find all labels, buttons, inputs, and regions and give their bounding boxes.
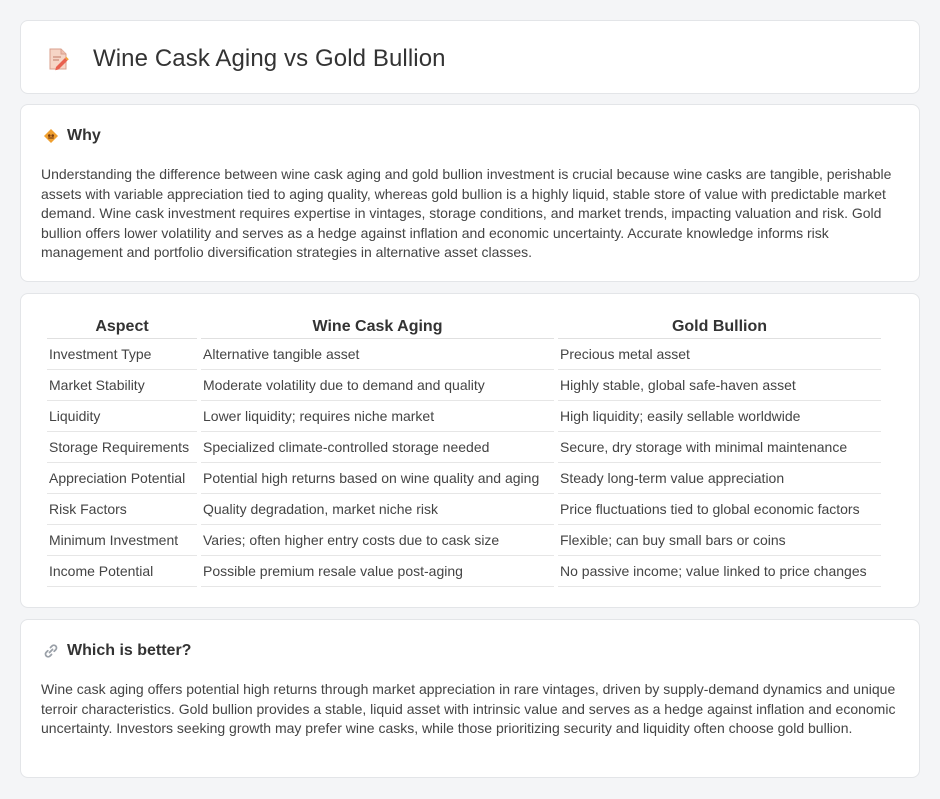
row-wine-value: Potential high returns based on wine qua… <box>201 463 554 494</box>
table-row: Income Potential Possible premium resale… <box>47 556 881 587</box>
row-gold-value: No passive income; value linked to price… <box>558 556 881 587</box>
why-section: Why Understanding the difference between… <box>20 104 920 282</box>
table-row: Appreciation Potential Potential high re… <box>47 463 881 494</box>
header-wine-cask-aging: Wine Cask Aging <box>201 315 554 339</box>
row-aspect: Income Potential <box>47 556 197 587</box>
table-row: Investment Type Alternative tangible ass… <box>47 339 881 370</box>
which-is-better-section: Which is better? Wine cask aging offers … <box>20 619 920 778</box>
row-gold-value: Precious metal asset <box>558 339 881 370</box>
table-header-row: Aspect Wine Cask Aging Gold Bullion <box>47 315 881 339</box>
row-wine-value: Varies; often higher entry costs due to … <box>201 525 554 556</box>
link-icon <box>44 644 58 658</box>
title-row: Wine Cask Aging vs Gold Bullion <box>45 45 446 73</box>
row-wine-value: Specialized climate-controlled storage n… <box>201 432 554 463</box>
row-aspect: Liquidity <box>47 401 197 432</box>
row-wine-value: Lower liquidity; requires niche market <box>201 401 554 432</box>
table-row: Storage Requirements Specialized climate… <box>47 432 881 463</box>
why-heading: Why <box>67 127 101 144</box>
better-heading: Which is better? <box>67 642 192 659</box>
table-row: Risk Factors Quality degradation, market… <box>47 494 881 525</box>
header-gold-bullion: Gold Bullion <box>558 315 881 339</box>
row-wine-value: Alternative tangible asset <box>201 339 554 370</box>
row-aspect: Storage Requirements <box>47 432 197 463</box>
row-gold-value: Price fluctuations tied to global econom… <box>558 494 881 525</box>
comparison-table: Aspect Wine Cask Aging Gold Bullion Inve… <box>43 315 885 587</box>
table-row: Market Stability Moderate volatility due… <box>47 370 881 401</box>
row-aspect: Minimum Investment <box>47 525 197 556</box>
comparison-section: Aspect Wine Cask Aging Gold Bullion Inve… <box>20 293 920 608</box>
better-text: Wine cask aging offers potential high re… <box>41 681 896 737</box>
row-wine-value: Moderate volatility due to demand and qu… <box>201 370 554 401</box>
row-aspect: Appreciation Potential <box>47 463 197 494</box>
row-aspect: Investment Type <box>47 339 197 370</box>
row-wine-value: Quality degradation, market niche risk <box>201 494 554 525</box>
lightbulb-diamond-icon <box>44 129 58 143</box>
table-row: Minimum Investment Varies; often higher … <box>47 525 881 556</box>
why-header: Why <box>43 127 101 145</box>
row-gold-value: Secure, dry storage with minimal mainten… <box>558 432 881 463</box>
document-pencil-icon <box>49 48 69 71</box>
header-aspect: Aspect <box>47 315 197 339</box>
table-row: Liquidity Lower liquidity; requires nich… <box>47 401 881 432</box>
page-title: Wine Cask Aging vs Gold Bullion <box>93 45 446 72</box>
row-wine-value: Possible premium resale value post-aging <box>201 556 554 587</box>
row-gold-value: Steady long-term value appreciation <box>558 463 881 494</box>
why-text: Understanding the difference between win… <box>41 166 892 261</box>
row-gold-value: High liquidity; easily sellable worldwid… <box>558 401 881 432</box>
row-aspect: Market Stability <box>47 370 197 401</box>
better-header: Which is better? <box>43 642 191 660</box>
row-aspect: Risk Factors <box>47 494 197 525</box>
row-gold-value: Highly stable, global safe-haven asset <box>558 370 881 401</box>
row-gold-value: Flexible; can buy small bars or coins <box>558 525 881 556</box>
title-card: Wine Cask Aging vs Gold Bullion <box>20 20 920 94</box>
